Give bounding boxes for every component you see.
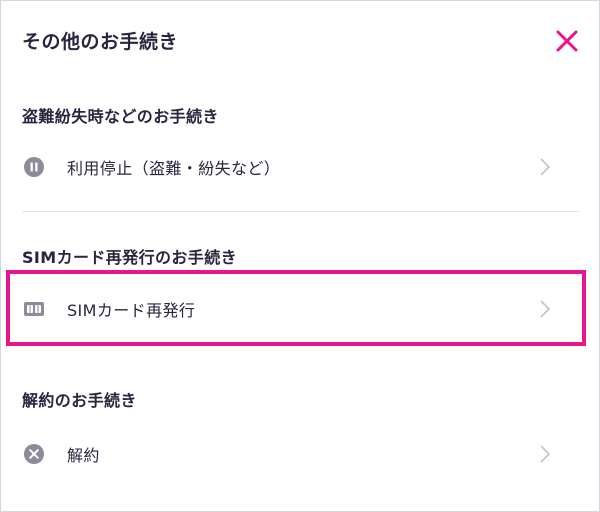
section-heading-cancellation: 解約のお手続き — [22, 391, 137, 410]
dialog-title: その他のお手続き — [22, 31, 179, 53]
section-divider — [22, 211, 580, 212]
other-procedures-dialog: その他のお手続き 盗難紛失時などのお手続き 利用停止（盗難・紛失など） SIMカ… — [0, 0, 600, 512]
pause-icon — [24, 157, 44, 177]
cancel-icon — [24, 444, 44, 464]
list-item-label: 解約 — [67, 446, 100, 465]
chevron-right-icon — [540, 158, 551, 176]
close-button[interactable] — [553, 27, 581, 55]
section-heading-sim-reissue: SIMカード再発行のお手続き — [22, 248, 237, 267]
section-heading-theft-loss: 盗難紛失時などのお手続き — [22, 107, 219, 126]
close-icon — [556, 30, 578, 52]
list-item-label: 利用停止（盗難・紛失など） — [67, 159, 281, 178]
list-item-cancellation[interactable]: 解約 — [1, 428, 599, 478]
chevron-right-icon — [540, 445, 551, 463]
list-item-suspend-service[interactable]: 利用停止（盗難・紛失など） — [1, 141, 599, 191]
highlight-frame — [6, 270, 586, 346]
dialog-header: その他のお手続き — [1, 1, 599, 81]
